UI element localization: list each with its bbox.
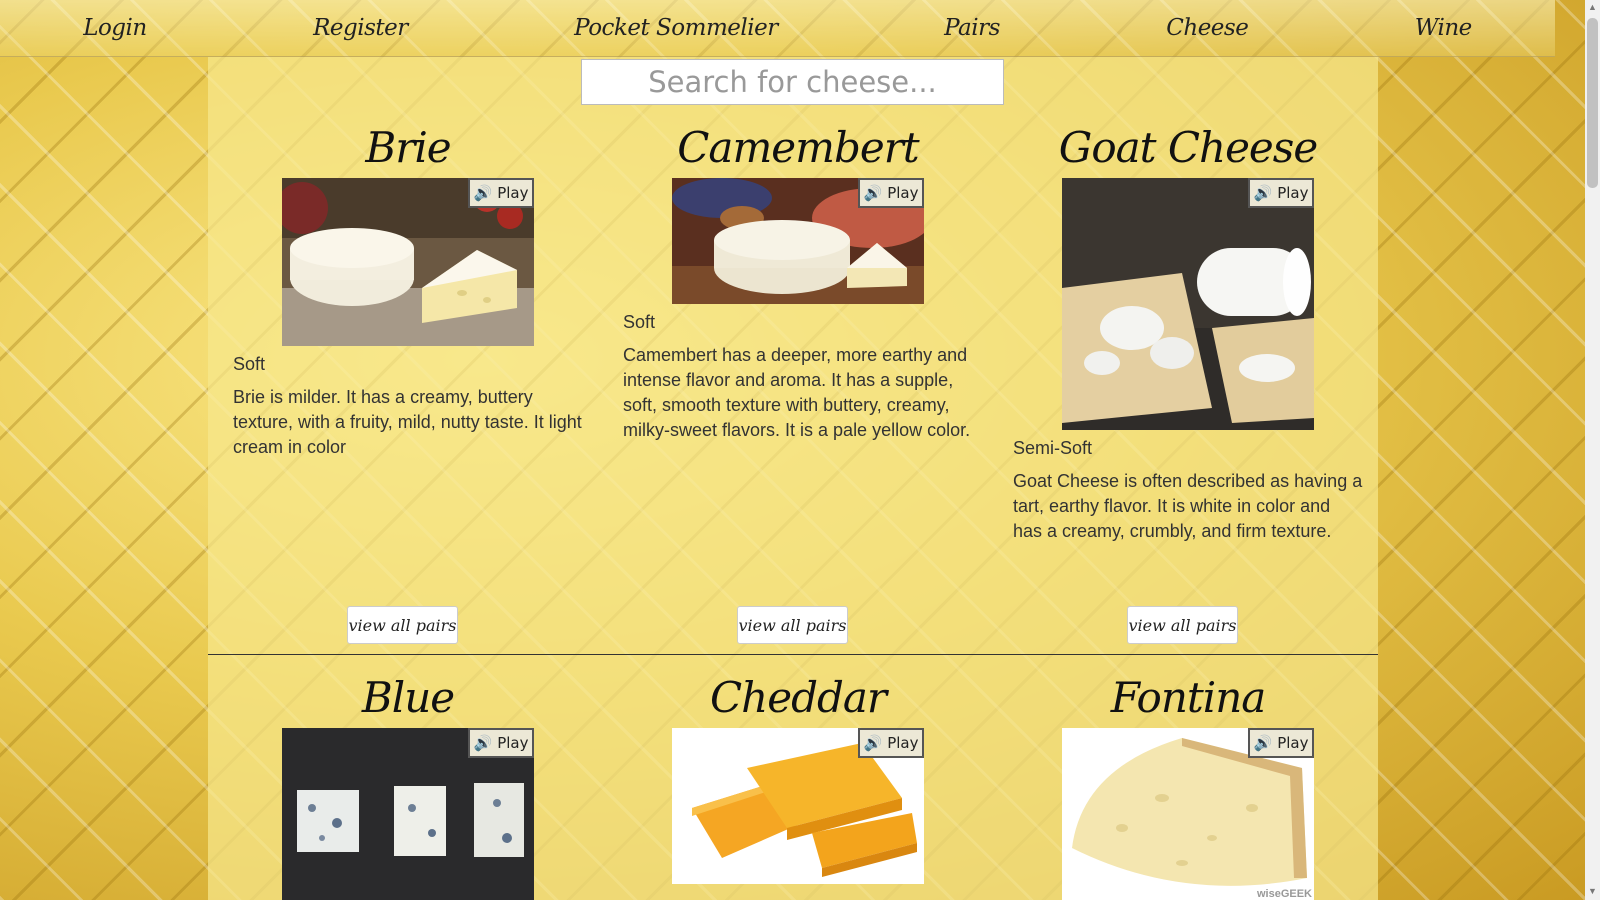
- cheese-name: Camembert: [677, 123, 919, 172]
- cheese-image-wrap: 🔊 Play: [1062, 178, 1314, 430]
- cheese-image-wrap: 🔊 Play: [672, 728, 924, 884]
- cheese-texture: Soft: [623, 312, 656, 332]
- goat-cheese-image: [1062, 178, 1314, 430]
- cheese-card-fontina: Fontina 🔊 Play wiseGEEK: [1013, 668, 1363, 900]
- scroll-up-arrow-icon[interactable]: ▲: [1587, 2, 1598, 14]
- speaker-icon: 🔊: [863, 184, 883, 202]
- play-button[interactable]: 🔊 Play: [468, 728, 534, 758]
- cheese-name: Goat Cheese: [1058, 123, 1318, 172]
- nav-cheese-link[interactable]: Cheese: [1166, 15, 1249, 41]
- cheese-name: Fontina: [1110, 673, 1267, 722]
- nav-register-link[interactable]: Register: [313, 15, 408, 41]
- speaker-icon: 🔊: [473, 734, 493, 752]
- nav-brand-link[interactable]: Pocket Sommelier: [574, 15, 778, 41]
- play-button[interactable]: 🔊 Play: [858, 178, 924, 208]
- play-button[interactable]: 🔊 Play: [858, 728, 924, 758]
- speaker-icon: 🔊: [1253, 184, 1273, 202]
- cheese-description: Goat Cheese is often described as having…: [1013, 471, 1363, 541]
- cheese-image-wrap: 🔊 Play: [282, 728, 534, 900]
- cheese-texture: Soft: [233, 354, 266, 374]
- speaker-icon: 🔊: [863, 734, 883, 752]
- speaker-icon: 🔊: [1253, 734, 1273, 752]
- cheese-description: Brie is milder. It has a creamy, buttery…: [233, 387, 582, 457]
- nav-login-link[interactable]: Login: [83, 15, 147, 41]
- cheese-description: Camembert has a deeper, more earthy and …: [623, 345, 971, 440]
- cheese-card-cheddar: Cheddar 🔊 Play: [623, 668, 973, 884]
- top-navbar: Login Register Pocket Sommelier Pairs Ch…: [0, 0, 1555, 57]
- cheese-name: Blue: [361, 673, 455, 722]
- scrollbar-thumb[interactable]: [1587, 18, 1598, 188]
- play-button[interactable]: 🔊 Play: [468, 178, 534, 208]
- cheese-name: Cheddar: [710, 673, 887, 722]
- cheese-card-goat-cheese: Goat Cheese 🔊 Play Semi-Soft Goat Cheese …: [1013, 118, 1363, 544]
- view-all-pairs-button-goat-cheese[interactable]: view all pairs: [1127, 606, 1238, 644]
- cheese-card-blue: Blue 🔊 Play: [233, 668, 583, 900]
- play-button[interactable]: 🔊 Play: [1248, 728, 1314, 758]
- image-watermark: wiseGEEK: [1256, 888, 1312, 900]
- cheese-name: Brie: [365, 123, 451, 172]
- cheese-card-camembert: Camembert 🔊 Play Soft Camembert has a dee…: [623, 118, 973, 443]
- row-divider: [208, 654, 1378, 655]
- search-input[interactable]: [581, 59, 1004, 105]
- play-button[interactable]: 🔊 Play: [1248, 178, 1314, 208]
- cheese-card-brie: Brie 🔊 Play Soft Brie is milder. It has a…: [233, 118, 583, 460]
- view-all-pairs-button-camembert[interactable]: view all pairs: [737, 606, 848, 644]
- speaker-icon: 🔊: [473, 184, 493, 202]
- nav-wine-link[interactable]: Wine: [1415, 15, 1473, 41]
- cheese-texture: Semi-Soft: [1013, 438, 1093, 458]
- scroll-down-arrow-icon[interactable]: ▼: [1587, 886, 1598, 898]
- cheese-image-wrap: 🔊 Play: [282, 178, 534, 346]
- nav-pairs-link[interactable]: Pairs: [944, 15, 1000, 41]
- cheese-image-wrap: 🔊 Play wiseGEEK: [1062, 728, 1314, 900]
- view-all-pairs-button-brie[interactable]: view all pairs: [347, 606, 458, 644]
- cheese-image-wrap: 🔊 Play: [672, 178, 924, 304]
